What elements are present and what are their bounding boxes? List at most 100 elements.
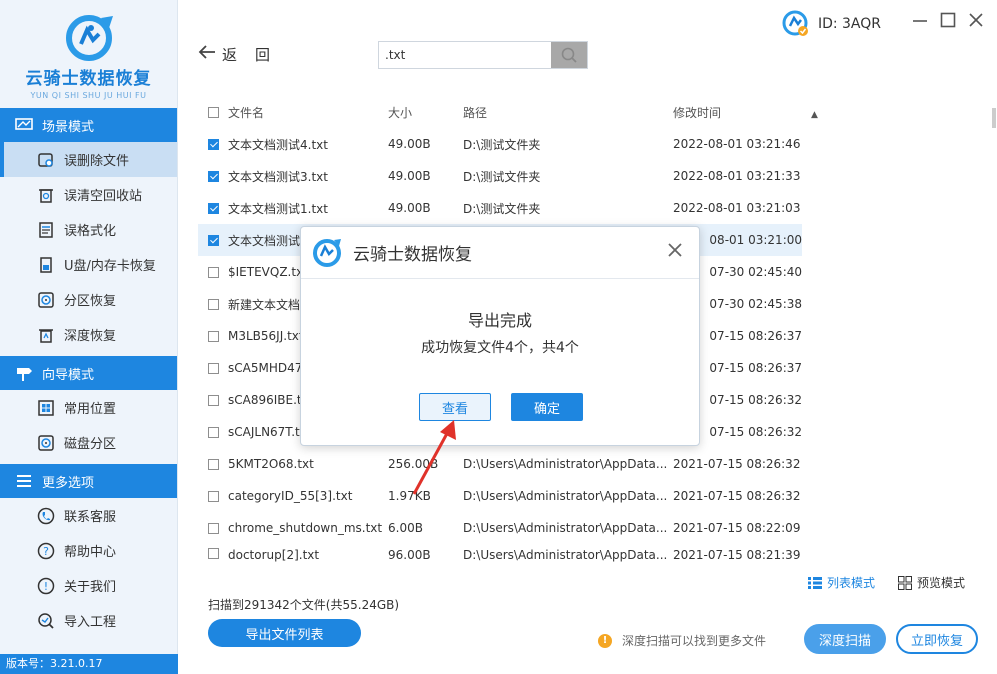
- view-button[interactable]: 查看: [419, 393, 491, 421]
- file-name: 5KMT2O68.txt: [228, 457, 314, 471]
- column-header-path[interactable]: 路径: [463, 104, 673, 121]
- sidebar-item-common-location[interactable]: 常用位置: [0, 390, 177, 425]
- dialog-close-icon[interactable]: [667, 239, 683, 264]
- search-box: [378, 41, 588, 69]
- table-header: 文件名 大小 路径 修改时间 ▲: [198, 96, 818, 128]
- sidebar-item-deep-recovery[interactable]: 深度恢复: [0, 317, 177, 352]
- recycle-bin-icon: [36, 185, 56, 205]
- table-row[interactable]: 文本文档测试3.txt 49.00B D:\测试文件夹 2022-08-01 03:2…: [198, 160, 802, 192]
- sidebar-item-label: 误格式化: [64, 224, 117, 239]
- preview-view-toggle[interactable]: 预览模式: [898, 574, 965, 591]
- sidebar-item-help-center[interactable]: ? 帮助中心: [0, 533, 177, 568]
- deep-scan-button[interactable]: 深度扫描: [804, 624, 886, 654]
- table-row[interactable]: doctorup[2].txt 96.00B D:\Users\Administra…: [198, 544, 802, 562]
- list-view-toggle[interactable]: 列表模式: [808, 574, 875, 591]
- row-checkbox[interactable]: [207, 266, 219, 278]
- info-icon: !: [36, 576, 56, 596]
- row-checkbox[interactable]: [207, 202, 219, 214]
- row-checkbox[interactable]: [207, 548, 219, 559]
- sidebar-item-label: 联系客服: [64, 510, 117, 525]
- file-search-icon: [36, 150, 56, 170]
- monitor-icon: [14, 117, 34, 133]
- column-header-time[interactable]: 修改时间 ▲: [673, 104, 818, 121]
- signpost-icon: [14, 365, 34, 381]
- file-time: 2021-07-15 08:21:39: [673, 548, 801, 562]
- trash-icon: [36, 325, 56, 345]
- file-name: categoryID_55[3].txt: [228, 489, 353, 503]
- scrollbar[interactable]: [992, 108, 996, 128]
- user-id-label: ID: 3AQR: [817, 16, 881, 32]
- minimize-icon[interactable]: [912, 12, 928, 32]
- table-row[interactable]: categoryID_55[3].txt 1.97KB D:\Users\Admin…: [198, 480, 802, 512]
- sidebar-item-label: 深度恢复: [64, 329, 117, 344]
- sidebar-item-label: 误删除文件: [64, 154, 130, 169]
- sidebar-item-label: 帮助中心: [64, 545, 117, 560]
- close-icon[interactable]: [968, 12, 984, 32]
- row-checkbox[interactable]: [207, 522, 219, 534]
- sidebar-item-deleted-files[interactable]: 误删除文件: [0, 142, 177, 177]
- sidebar-item-partition[interactable]: 分区恢复: [0, 282, 177, 317]
- sidebar-item-usb-card[interactable]: U盘/内存卡恢复: [0, 247, 177, 282]
- row-checkbox[interactable]: [207, 458, 219, 470]
- row-checkbox[interactable]: [207, 234, 219, 246]
- search-button[interactable]: [551, 42, 587, 68]
- arrow-left-icon: [198, 44, 216, 65]
- search-input[interactable]: [379, 42, 551, 68]
- section-guide-mode[interactable]: 向导模式: [0, 356, 177, 390]
- sidebar-item-recycle-bin[interactable]: 误清空回收站: [0, 177, 177, 212]
- select-all-checkbox[interactable]: [207, 106, 219, 118]
- sort-asc-icon[interactable]: ▲: [811, 110, 818, 120]
- column-header-name[interactable]: 文件名: [228, 104, 388, 121]
- disk-icon: [36, 290, 56, 310]
- table-row[interactable]: 文本文档测试4.txt 49.00B D:\测试文件夹 2022-08-01 03:2…: [198, 128, 802, 160]
- section-more-options[interactable]: 更多选项: [0, 464, 177, 498]
- dialog-header: 云骑士数据恢复: [301, 227, 699, 279]
- table-row[interactable]: chrome_shutdown_ms.txt 6.00B D:\Users\Admi…: [198, 512, 802, 544]
- file-name: chrome_shutdown_ms.txt: [228, 521, 383, 535]
- user-account[interactable]: ID: 3AQR: [782, 10, 881, 38]
- file-name: 文本文档测试3.txt: [228, 169, 328, 184]
- recover-now-button[interactable]: 立即恢复: [896, 624, 978, 654]
- sidebar-item-disk-partition[interactable]: 磁盘分区: [0, 425, 177, 460]
- list-view-label: 列表模式: [827, 576, 876, 590]
- usb-drive-icon: [36, 255, 56, 275]
- annotation-arrow-icon: [412, 420, 456, 495]
- row-checkbox[interactable]: [207, 394, 219, 406]
- logo-icon: [313, 238, 341, 267]
- row-checkbox[interactable]: [207, 362, 219, 374]
- file-name: doctorup[2].txt: [228, 548, 320, 562]
- maximize-icon[interactable]: [940, 12, 956, 32]
- sidebar-item-about-us[interactable]: ! 关于我们: [0, 568, 177, 603]
- row-checkbox[interactable]: [207, 426, 219, 438]
- row-checkbox[interactable]: [207, 490, 219, 502]
- ok-button[interactable]: 确定: [511, 393, 583, 421]
- sidebar-item-import-project[interactable]: 导入工程: [0, 603, 177, 638]
- table-row[interactable]: 文本文档测试1.txt 49.00B D:\测试文件夹 2022-08-01 03:2…: [198, 192, 802, 224]
- row-checkbox[interactable]: [207, 138, 219, 150]
- file-time: 2022-08-01 03:21:03: [673, 201, 801, 215]
- sidebar-item-contact-support[interactable]: 联系客服: [0, 498, 177, 533]
- table-row[interactable]: 5KMT2O68.txt 256.00B D:\Users\Administrato…: [198, 448, 802, 480]
- section-title: 向导模式: [42, 367, 95, 383]
- section-scene-mode[interactable]: 场景模式: [0, 108, 177, 142]
- export-list-button[interactable]: 导出文件列表: [208, 619, 361, 647]
- avatar-icon: [782, 10, 808, 36]
- file-name: 文本文档测试1.txt: [228, 201, 328, 216]
- sidebar-item-label: U盘/内存卡恢复: [64, 259, 156, 274]
- sidebar-item-label: 磁盘分区: [64, 437, 117, 452]
- sidebar-item-label: 分区恢复: [64, 294, 117, 309]
- list-view-icon: [808, 576, 822, 589]
- row-checkbox[interactable]: [207, 170, 219, 182]
- sidebar-item-format[interactable]: 误格式化: [0, 212, 177, 247]
- row-checkbox[interactable]: [207, 330, 219, 342]
- file-size: 6.00B: [388, 521, 423, 535]
- file-path: D:\测试文件夹: [463, 201, 541, 216]
- file-name: 文本文档测试4.txt: [228, 137, 328, 152]
- file-path: D:\测试文件夹: [463, 169, 541, 184]
- warning-icon: !: [598, 633, 612, 648]
- back-button[interactable]: 返回: [198, 44, 288, 65]
- row-checkbox[interactable]: [207, 298, 219, 310]
- sidebar: 云骑士数据恢复 YUN QI SHI SHU JU HUI FU 场景模式 误删…: [0, 0, 178, 674]
- disk-icon: [36, 433, 56, 453]
- column-header-size[interactable]: 大小: [388, 104, 463, 121]
